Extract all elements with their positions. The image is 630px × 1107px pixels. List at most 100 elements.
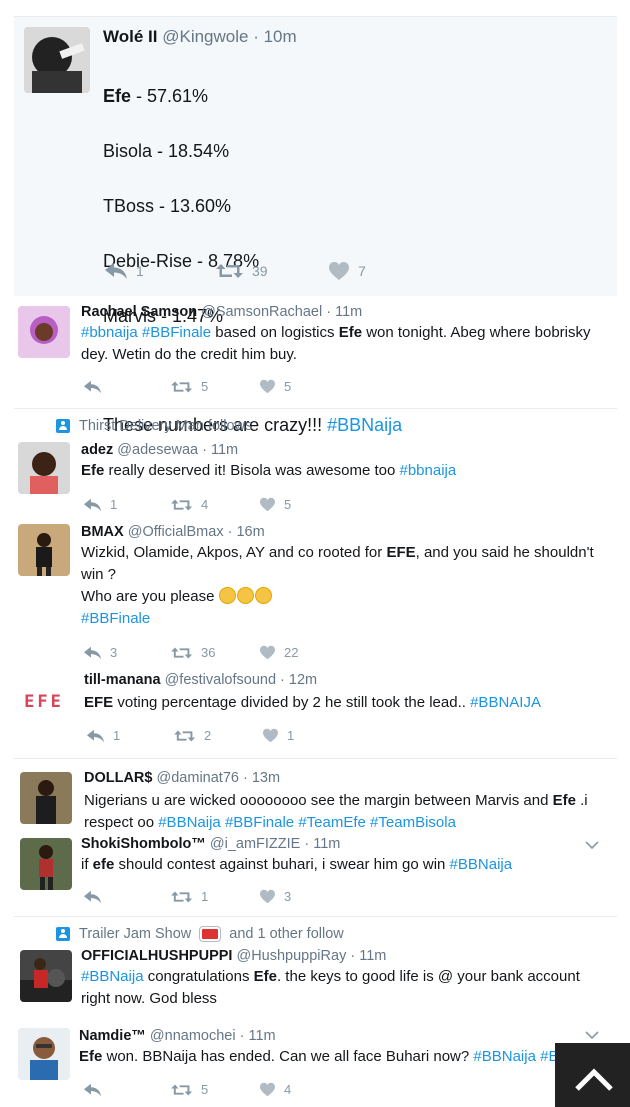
timestamp[interactable]: 11m xyxy=(335,304,362,320)
retweet-button[interactable]: 1 xyxy=(171,889,259,904)
tweet[interactable]: Rachael Samson @SamsonRachael · 11m #bbn… xyxy=(14,300,617,410)
reply-icon xyxy=(86,729,105,742)
timestamp[interactable]: 16m xyxy=(236,524,264,540)
like-button[interactable]: 7 xyxy=(328,261,366,281)
hashtag-link[interactable]: #BBNaija xyxy=(327,415,402,435)
reply-icon xyxy=(83,890,102,903)
handle[interactable]: @OfficialBmax xyxy=(128,524,224,540)
reply-button[interactable]: 1 xyxy=(86,728,174,743)
hashtag-link[interactable]: #BBFinale xyxy=(225,814,294,831)
handle[interactable]: @i_amFIZZIE xyxy=(210,836,300,852)
social-context[interactable]: Thirst Delivery Man follows xyxy=(56,418,252,434)
like-button[interactable]: 3 xyxy=(259,889,291,904)
avatar[interactable] xyxy=(20,838,72,890)
like-button[interactable]: 5 xyxy=(259,497,291,512)
separator: · xyxy=(198,442,211,458)
handle[interactable]: @Kingwole xyxy=(162,27,248,46)
avatar[interactable] xyxy=(18,306,70,358)
display-name[interactable]: OFFICIALHUSHPUPPI xyxy=(81,948,232,964)
retweet-button[interactable]: 39 xyxy=(216,262,328,280)
handle[interactable]: @adesewaa xyxy=(117,442,198,458)
reply-button[interactable] xyxy=(83,380,171,394)
avatar[interactable] xyxy=(24,27,90,93)
avatar[interactable] xyxy=(18,442,70,494)
handle[interactable]: @festivalofsound xyxy=(165,672,276,688)
chevron-down-icon[interactable] xyxy=(585,840,599,850)
timestamp[interactable]: 13m xyxy=(252,770,280,786)
tweet-text: Nigerians u are wicked oooooooo see the … xyxy=(84,792,588,831)
tweet[interactable]: ShokiShombolo™ @i_amFIZZIE · 11m if efe … xyxy=(14,834,617,914)
display-name[interactable]: Rachael Samson xyxy=(81,304,197,320)
hashtag-link[interactable]: #BBNaija xyxy=(81,968,144,985)
social-context[interactable]: Trailer Jam Show and 1 other follow xyxy=(56,926,344,942)
hashtag-link[interactable]: #BBNaija xyxy=(450,856,513,873)
tweet-actions: 3 36 22 xyxy=(83,645,298,660)
hashtag-link[interactable]: #bbnaija xyxy=(81,324,138,341)
timestamp[interactable]: 11m xyxy=(211,442,238,458)
display-name[interactable]: adez xyxy=(81,442,113,458)
retweet-button[interactable]: 4 xyxy=(171,497,259,512)
display-name[interactable]: Wolé II xyxy=(103,27,157,46)
hashtag-link[interactable]: #TeamBisola xyxy=(370,814,456,831)
handle[interactable]: @HushpuppiRay xyxy=(236,948,346,964)
hashtag-link[interactable]: #BBNaija xyxy=(158,814,221,831)
avatar[interactable]: EFE xyxy=(18,676,70,728)
handle[interactable]: @SamsonRachael xyxy=(201,304,322,320)
scroll-to-top-button[interactable] xyxy=(555,1043,630,1107)
retweet-icon xyxy=(216,264,243,278)
tweet[interactable]: adez @adesewaa · 11m Efe really deserved… xyxy=(14,440,617,520)
tweet-text: if efe should contest against buhari, i … xyxy=(81,856,513,873)
handle[interactable]: @daminat76 xyxy=(157,770,239,786)
hashtag-link[interactable]: #BBFinale xyxy=(81,610,150,627)
display-name[interactable]: DOLLAR$ xyxy=(84,770,152,786)
avatar-text: EFE xyxy=(24,692,64,712)
like-button[interactable]: 1 xyxy=(262,728,294,743)
tweet-text: EFE voting percentage divided by 2 he st… xyxy=(84,694,541,711)
display-name[interactable]: till-manana xyxy=(84,672,161,688)
hashtag-link[interactable]: #bbnaija xyxy=(399,462,456,479)
avatar[interactable] xyxy=(18,524,70,576)
retweet-icon xyxy=(171,647,193,658)
reply-icon xyxy=(105,263,127,279)
chevron-down-icon[interactable] xyxy=(585,1030,599,1040)
separator: · xyxy=(322,304,336,320)
display-name[interactable]: ShokiShombolo™ xyxy=(81,836,206,852)
tweet[interactable]: EFE till-manana @festivalofsound · 12m E… xyxy=(14,670,617,760)
display-name[interactable]: BMAX xyxy=(81,524,124,540)
reply-button[interactable]: 1 xyxy=(83,497,171,512)
reply-button[interactable]: 1 xyxy=(104,262,216,280)
reply-button[interactable]: 3 xyxy=(83,645,171,660)
like-button[interactable]: 4 xyxy=(259,1082,291,1097)
avatar[interactable] xyxy=(18,1028,70,1080)
retweet-button[interactable]: 5 xyxy=(171,1082,259,1097)
reply-button[interactable] xyxy=(83,890,171,904)
timestamp[interactable]: 11m xyxy=(359,948,386,964)
heart-icon xyxy=(260,379,275,394)
tweet-line: Efe - 57.61% xyxy=(103,85,209,106)
reply-button[interactable] xyxy=(83,1083,171,1097)
retweet-button[interactable]: 2 xyxy=(174,728,262,743)
tweet[interactable]: Namdie™ @nnamochei · 11m Efe won. BBNaij… xyxy=(14,1024,617,1107)
hashtag-link[interactable]: #BBFinale xyxy=(142,324,211,341)
hashtag-link[interactable]: #BBNaija xyxy=(473,1048,536,1065)
timestamp[interactable]: 11m xyxy=(248,1028,275,1044)
timestamp[interactable]: 10m xyxy=(264,27,297,46)
avatar[interactable] xyxy=(20,772,72,824)
hashtag-link[interactable]: #BBNAIJA xyxy=(470,694,541,711)
retweet-button[interactable]: 5 xyxy=(171,379,259,394)
like-button[interactable]: 5 xyxy=(259,379,291,394)
display-name[interactable]: Namdie™ xyxy=(79,1028,146,1044)
tweet[interactable]: BMAX @OfficialBmax · 16m Wizkid, Olamide… xyxy=(14,522,617,662)
retweet-button[interactable]: 36 xyxy=(171,645,259,660)
timestamp[interactable]: 11m xyxy=(313,836,340,852)
handle[interactable]: @nnamochei xyxy=(150,1028,236,1044)
like-button[interactable]: 22 xyxy=(259,645,298,660)
retweet-icon xyxy=(171,1084,193,1095)
avatar[interactable] xyxy=(20,950,72,1002)
divider xyxy=(14,408,617,409)
timestamp[interactable]: 12m xyxy=(289,672,317,688)
focused-tweet[interactable]: Wolé II @Kingwole · 10m Efe - 57.61% Bis… xyxy=(14,16,617,435)
tweet[interactable]: OFFICIALHUSHPUPPI @HushpuppiRay · 11m #B… xyxy=(14,946,617,1016)
hashtag-link[interactable]: #TeamEfe xyxy=(298,814,366,831)
tweet[interactable]: DOLLAR$ @daminat76 · 13m Nigerians u are… xyxy=(14,768,617,832)
